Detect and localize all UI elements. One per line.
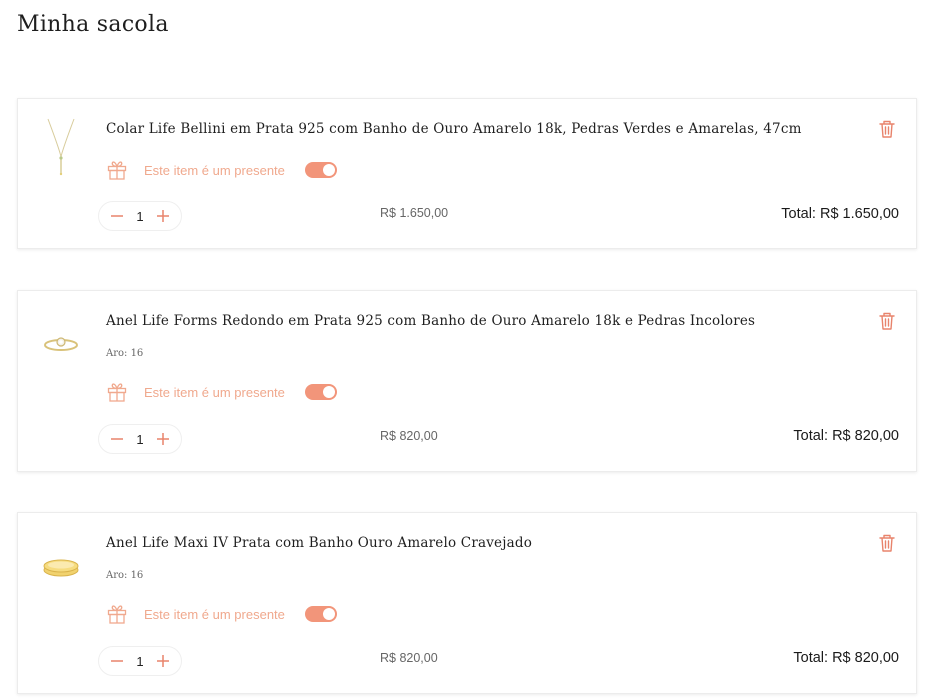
quantity-value: 1 [136,653,144,669]
minus-icon[interactable] [109,208,125,224]
item-total: Total: R$ 820,00 [793,428,899,444]
gift-option: Este item é um presente [106,381,337,403]
gift-label: Este item é um presente [144,384,285,400]
ring-thumbnail-icon[interactable] [40,327,82,361]
cart-item-card: Anel Life Forms Redondo em Prata 925 com… [17,290,917,472]
gift-toggle[interactable] [304,162,337,178]
minus-icon[interactable] [109,653,125,669]
plus-icon[interactable] [155,208,171,224]
ring-thumbnail-icon[interactable] [40,551,82,585]
product-name[interactable]: Anel Life Forms Redondo em Prata 925 com… [106,313,856,329]
ring-size: Aro: 16 [106,570,144,581]
quantity-value: 1 [136,431,144,447]
cart-item-card: Anel Life Maxi IV Prata com Banho Ouro A… [17,512,917,694]
trash-icon[interactable] [878,311,896,331]
gift-icon [107,161,127,180]
quantity-stepper: 1 [98,424,182,454]
unit-price: R$ 820,00 [380,651,438,665]
minus-icon[interactable] [109,431,125,447]
quantity-stepper: 1 [98,646,182,676]
quantity-stepper: 1 [98,201,182,231]
page-title: Minha sacola [17,12,169,37]
quantity-value: 1 [136,208,144,224]
gift-option: Este item é um presente [106,603,337,625]
plus-icon[interactable] [155,653,171,669]
product-name[interactable]: Colar Life Bellini em Prata 925 com Banh… [106,121,856,137]
toggle-knob [322,164,335,176]
toggle-knob [322,608,335,620]
gift-toggle[interactable] [304,384,337,400]
unit-price: R$ 820,00 [380,429,438,443]
unit-price: R$ 1.650,00 [380,206,449,220]
trash-icon[interactable] [878,533,896,553]
product-name[interactable]: Anel Life Maxi IV Prata com Banho Ouro A… [106,535,856,551]
item-total: Total: R$ 820,00 [793,650,899,666]
item-total: Total: R$ 1.650,00 [781,206,899,222]
trash-icon[interactable] [878,119,896,139]
gift-icon [107,605,127,624]
necklace-thumbnail-icon[interactable] [40,117,82,177]
plus-icon[interactable] [155,431,171,447]
gift-option: Este item é um presente [106,159,337,181]
gift-toggle[interactable] [304,606,337,622]
cart-item-card: Colar Life Bellini em Prata 925 com Banh… [17,98,917,249]
gift-icon [107,383,127,402]
gift-label: Este item é um presente [144,606,285,622]
ring-size: Aro: 16 [106,348,144,359]
toggle-knob [322,386,335,398]
gift-label: Este item é um presente [144,162,285,178]
